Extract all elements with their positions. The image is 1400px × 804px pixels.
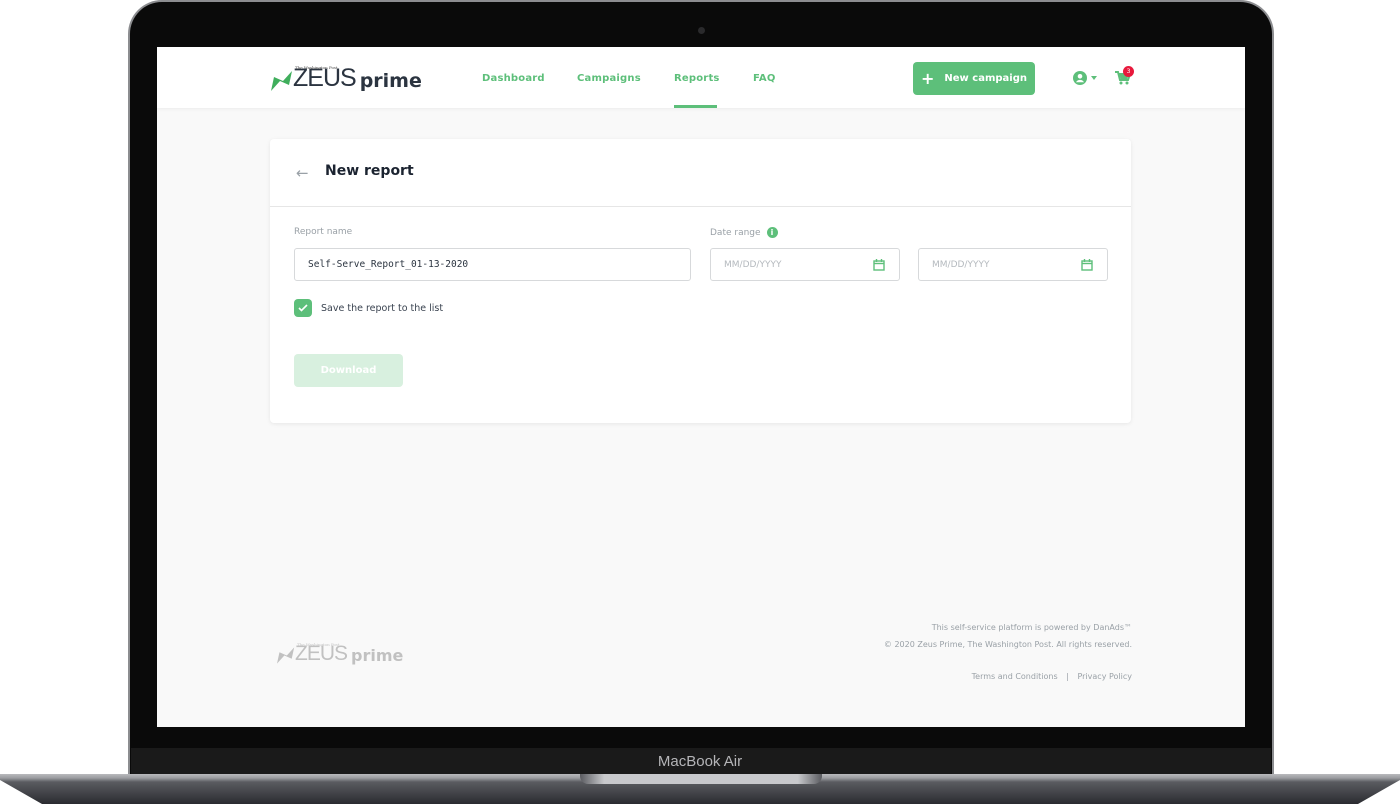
card-header: ← New report xyxy=(270,139,1131,207)
nav-reports[interactable]: Reports xyxy=(674,73,720,84)
calendar-icon[interactable] xyxy=(873,259,885,271)
app-screen: The Washington Post ZEUS prime Dashboard… xyxy=(157,47,1245,727)
footer-logo: The Washington Post ZEUS prime xyxy=(277,642,404,665)
logo-tagline: The Washington Post xyxy=(295,65,338,70)
date-start-placeholder: MM/DD/YYYY xyxy=(724,259,782,270)
logo-mark-icon xyxy=(277,647,295,664)
terms-link[interactable]: Terms and Conditions xyxy=(972,672,1058,681)
privacy-link[interactable]: Privacy Policy xyxy=(1077,672,1132,681)
footer-separator: | xyxy=(1066,672,1069,681)
save-report-label[interactable]: Save the report to the list xyxy=(321,303,443,314)
date-range-label: Date range i xyxy=(710,227,778,238)
save-report-checkbox[interactable] xyxy=(294,299,312,317)
download-button[interactable]: Download xyxy=(294,354,403,387)
report-name-label: Report name xyxy=(294,227,353,237)
arrow-left-icon[interactable]: ← xyxy=(296,164,309,182)
info-icon[interactable]: i xyxy=(766,227,778,238)
plus-icon: + xyxy=(921,68,935,88)
logo-sub: prime xyxy=(351,646,404,665)
camera-icon xyxy=(698,27,705,34)
date-start-input[interactable]: MM/DD/YYYY xyxy=(710,248,900,281)
nav-dashboard[interactable]: Dashboard xyxy=(482,73,545,84)
date-range-text: Date range xyxy=(710,228,761,238)
footer-links: Terms and Conditions | Privacy Policy xyxy=(972,672,1132,681)
device-label: MacBook Air xyxy=(657,753,743,770)
new-report-card: ← New report Report name Self-Serve_Repo… xyxy=(270,139,1131,423)
nav-faq[interactable]: FAQ xyxy=(753,73,776,84)
new-campaign-label: New campaign xyxy=(944,73,1027,84)
report-name-input[interactable]: Self-Serve_Report_01-13-2020 xyxy=(294,248,691,281)
check-icon xyxy=(298,304,308,312)
nav-campaigns[interactable]: Campaigns xyxy=(577,73,641,84)
date-end-placeholder: MM/DD/YYYY xyxy=(932,259,990,270)
logo-tagline: The Washington Post xyxy=(297,642,340,647)
new-campaign-button[interactable]: + New campaign xyxy=(913,62,1035,95)
brand-logo[interactable]: The Washington Post ZEUS prime xyxy=(271,65,422,92)
copyright-text: © 2020 Zeus Prime, The Washington Post. … xyxy=(883,640,1132,649)
laptop-hinge xyxy=(580,774,822,784)
calendar-icon[interactable] xyxy=(1081,259,1093,271)
user-circle-icon xyxy=(1073,71,1087,85)
logo-sub: prime xyxy=(359,70,422,92)
page-title: New report xyxy=(325,163,414,179)
date-end-input[interactable]: MM/DD/YYYY xyxy=(918,248,1108,281)
active-tab-indicator xyxy=(674,105,717,108)
chevron-down-icon xyxy=(1091,76,1097,80)
powered-by-text: This self-service platform is powered by… xyxy=(931,623,1132,632)
user-menu[interactable] xyxy=(1073,71,1097,85)
cart-count-badge: 3 xyxy=(1123,66,1134,77)
logo-mark-icon xyxy=(271,71,292,91)
top-navbar: The Washington Post ZEUS prime Dashboard… xyxy=(157,47,1245,108)
